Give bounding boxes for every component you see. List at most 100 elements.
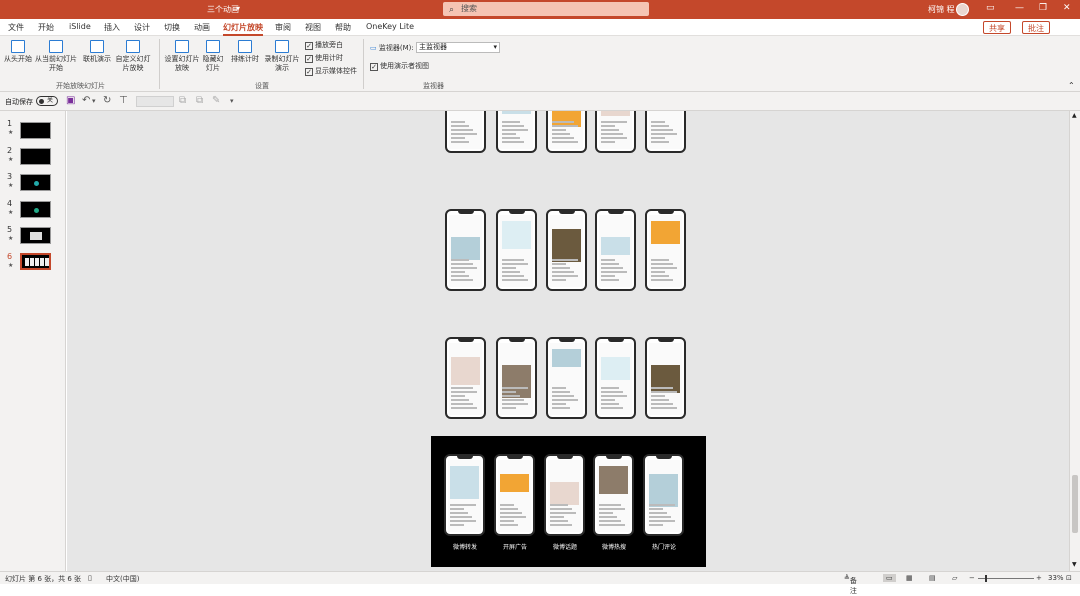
- scroll-up-icon[interactable]: ▲: [1072, 112, 1077, 119]
- redo-icon[interactable]: ↻: [103, 95, 111, 106]
- screen-text-line: [502, 133, 516, 135]
- minimize-icon[interactable]: —: [1015, 3, 1024, 13]
- tab-insert[interactable]: 插入: [104, 22, 120, 33]
- comment-button[interactable]: 批注: [1022, 21, 1050, 34]
- screen-text-line: [552, 407, 570, 409]
- phone-notch: [658, 211, 674, 214]
- screen-text-line: [601, 129, 619, 131]
- notes-button[interactable]: ≜ 备注: [844, 574, 857, 595]
- search-box[interactable]: ⌕ 搜索: [443, 2, 649, 16]
- phone-screen: [500, 343, 533, 415]
- accessibility-icon[interactable]: ▯: [88, 574, 92, 582]
- avatar[interactable]: [956, 3, 969, 16]
- screen-text-line: [502, 271, 520, 273]
- group-icon[interactable]: ⧉: [179, 95, 186, 106]
- zoom-slider-thumb[interactable]: [985, 575, 987, 582]
- slide-thumbnail-5[interactable]: [20, 227, 51, 244]
- tab-review[interactable]: 审阅: [275, 22, 291, 33]
- media-controls-checkbox[interactable]: ✓ 显示媒体控件: [305, 66, 357, 76]
- scroll-down-icon[interactable]: ▼: [1072, 561, 1077, 568]
- tab-slideshow[interactable]: 幻灯片放映: [223, 22, 263, 36]
- record-button[interactable]: 录制幻灯片演示: [262, 40, 302, 73]
- tab-view[interactable]: 视图: [305, 22, 321, 33]
- ungroup-icon[interactable]: ⧉: [196, 95, 203, 106]
- tab-animations[interactable]: 动画: [194, 22, 210, 33]
- setup-show-button[interactable]: 设置幻灯片放映: [163, 40, 201, 73]
- menu-bar: 文件 开始 iSlide 插入 设计 切换 动画 幻灯片放映 审阅 视图 帮助 …: [0, 19, 1080, 36]
- reading-view-icon[interactable]: ▤: [929, 574, 936, 582]
- slide-sorter-icon[interactable]: ▦: [906, 574, 913, 582]
- tab-home[interactable]: 开始: [38, 22, 54, 33]
- slide-thumbnail-4[interactable]: [20, 201, 51, 218]
- tab-file[interactable]: 文件: [8, 22, 24, 33]
- slide-thumbnail-2[interactable]: [20, 148, 51, 165]
- save-icon[interactable]: ▣: [66, 95, 75, 106]
- custom-show-button[interactable]: 自定义幻灯片放映: [113, 40, 153, 73]
- screen-text-line: [500, 512, 522, 514]
- zoom-in-icon[interactable]: +: [1036, 574, 1042, 582]
- screen-image: [601, 111, 630, 116]
- phone-mockup: [595, 209, 636, 291]
- slide-canvas[interactable]: 微博转发 开屏广告 微博话题 微博热搜 热门评论: [67, 111, 1069, 571]
- restore-icon[interactable]: ❐: [1039, 3, 1047, 13]
- screen-text-line: [450, 508, 464, 510]
- tab-islide[interactable]: iSlide: [69, 22, 91, 31]
- screen-text-line: [601, 403, 619, 405]
- chevron-down-icon[interactable]: ▾: [92, 97, 96, 105]
- checkmark-icon: ✓: [370, 63, 378, 71]
- undo-icon[interactable]: ↶: [82, 95, 90, 106]
- slideshow-icon[interactable]: ▱: [952, 574, 957, 582]
- group-monitor-label: 监视器: [423, 82, 444, 90]
- font-size-box[interactable]: [136, 96, 174, 107]
- document-title[interactable]: 三个动画: [207, 4, 239, 15]
- scrollbar-thumb[interactable]: [1072, 475, 1078, 533]
- screen-text-line: [651, 387, 673, 389]
- checkmark-icon: ✓: [305, 68, 313, 76]
- autosave-toggle[interactable]: 关: [36, 96, 58, 106]
- hide-slide-button[interactable]: 隐藏幻灯片: [201, 40, 225, 73]
- tab-help[interactable]: 帮助: [335, 22, 351, 33]
- format-painter-icon[interactable]: ✎: [212, 95, 220, 106]
- user-name[interactable]: 柯锦 程: [928, 4, 955, 15]
- screen-text-line: [552, 133, 570, 135]
- screen-image: [502, 111, 531, 114]
- tab-onekey[interactable]: OneKey Lite: [366, 22, 414, 31]
- slide-thumbnail-1[interactable]: [20, 122, 51, 139]
- from-current-button[interactable]: 从当前幻灯片开始: [35, 40, 77, 73]
- narration-checkbox[interactable]: ✓ 播放旁白: [305, 40, 343, 50]
- phone-notch: [606, 456, 622, 459]
- slide-thumbnail-3[interactable]: [20, 174, 51, 191]
- phone-mockup: [595, 111, 636, 153]
- from-start-button[interactable]: 从头开始: [3, 40, 33, 64]
- collapse-ribbon-icon[interactable]: ⌃: [1068, 81, 1075, 90]
- language-indicator[interactable]: 中文(中国): [106, 574, 139, 584]
- customize-icon[interactable]: ▾: [230, 97, 234, 105]
- screen-text-line: [649, 516, 671, 518]
- close-icon[interactable]: ✕: [1063, 3, 1071, 13]
- slide-thumbnail-6[interactable]: [20, 253, 51, 270]
- screen-text-line: [601, 267, 623, 269]
- normal-view-icon[interactable]: ▭: [883, 574, 896, 582]
- share-button[interactable]: 共享: [983, 21, 1011, 34]
- zoom-out-icon[interactable]: −: [969, 574, 975, 582]
- phone-screen: [449, 343, 482, 415]
- online-present-button[interactable]: 联机演示: [82, 40, 112, 64]
- fit-slide-icon[interactable]: ⊡: [1066, 574, 1072, 582]
- tab-design[interactable]: 设计: [134, 22, 150, 33]
- current-slide[interactable]: 微博转发 开屏广告 微博话题 微博热搜 热门评论: [431, 436, 706, 567]
- present-icon[interactable]: ⊤: [119, 95, 128, 106]
- chevron-down-icon[interactable]: ▾: [236, 4, 240, 13]
- phone-notch: [557, 456, 573, 459]
- screen-text-line: [552, 271, 574, 273]
- monitor-select[interactable]: 主监视器 ▾: [416, 42, 500, 53]
- screen-text-line: [450, 516, 472, 518]
- rehearse-button[interactable]: 排练计时: [230, 40, 260, 64]
- screen-text-line: [552, 403, 566, 405]
- timings-checkbox[interactable]: ✓ 使用计时: [305, 53, 343, 63]
- vertical-scrollbar[interactable]: ▲ ▼: [1069, 111, 1080, 571]
- tab-transitions[interactable]: 切换: [164, 22, 180, 33]
- zoom-level[interactable]: 33%: [1048, 574, 1064, 582]
- ribbon-display-icon[interactable]: ▭: [986, 3, 995, 13]
- presenter-view-checkbox[interactable]: ✓ 使用演示者视图: [370, 61, 429, 71]
- record-label: 录制幻灯片演示: [264, 55, 300, 72]
